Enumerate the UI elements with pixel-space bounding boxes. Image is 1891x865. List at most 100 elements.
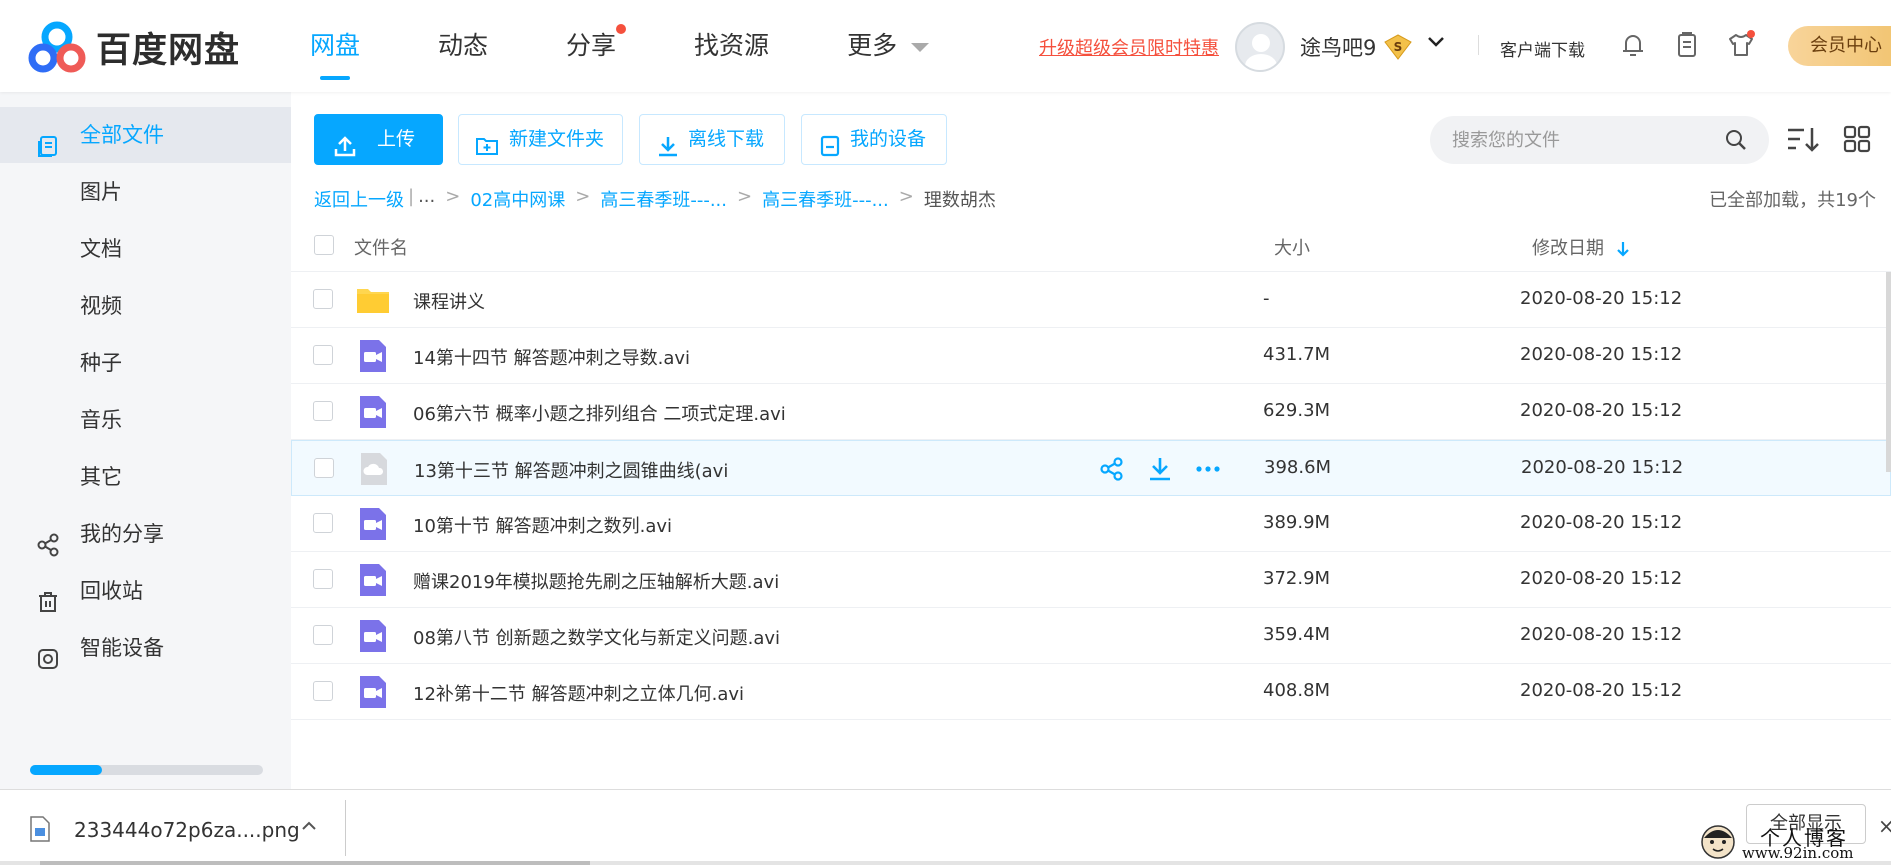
sidebar-item-recycle-bin[interactable]: 回收站 — [0, 563, 291, 619]
table-row[interactable]: 12补第十二节 解答题冲刺之立体几何.avi 408.8M 2020-08-20 1… — [291, 664, 1891, 720]
bell-icon[interactable] — [1618, 30, 1648, 60]
file-size: 389.9M — [1263, 512, 1331, 533]
file-name[interactable]: 课程讲义 — [413, 288, 485, 314]
video-file-icon — [355, 618, 391, 654]
select-all-checkbox[interactable] — [314, 235, 334, 255]
file-name[interactable]: 13第十三节 解答题冲刺之圆锥曲线(avi — [414, 457, 728, 483]
horizontal-scrollbar[interactable] — [0, 861, 1891, 865]
chevron-up-icon[interactable] — [300, 816, 318, 840]
file-name[interactable]: 08第八节 创新题之数学文化与新定义问题.avi — [413, 624, 780, 650]
download-divider — [345, 800, 346, 856]
file-size: 408.8M — [1263, 680, 1331, 701]
file-size: 359.4M — [1263, 624, 1331, 645]
file-name[interactable]: 06第六节 概率小题之排列组合 二项式定理.avi — [413, 400, 786, 426]
load-status: 已全部加载，共19个 — [1709, 190, 1876, 211]
nav-netdisk[interactable]: 网盘 — [310, 0, 360, 92]
row-checkbox[interactable] — [313, 569, 333, 589]
file-modified-date: 2020-08-20 15:12 — [1520, 624, 1683, 645]
new-folder-button[interactable]: 新建文件夹 — [458, 114, 623, 165]
nav-find-resources[interactable]: 找资源 — [694, 0, 769, 92]
sidebar-item-my-shares[interactable]: 我的分享 — [0, 506, 291, 562]
file-modified-date: 2020-08-20 15:12 — [1520, 512, 1683, 533]
my-devices-button[interactable]: 我的设备 — [801, 114, 947, 165]
sidebar-item-images[interactable]: 图片 — [0, 164, 291, 220]
member-center-button[interactable]: 会员中心 — [1788, 26, 1891, 66]
scrollbar[interactable] — [1886, 272, 1891, 472]
breadcrumb-item[interactable]: 高三春季班---... — [600, 186, 727, 212]
offline-download-button[interactable]: 离线下载 — [639, 114, 785, 165]
breadcrumb-ellipsis[interactable]: ... — [418, 186, 435, 212]
row-checkbox[interactable] — [314, 458, 334, 478]
table-row[interactable]: 14第十四节 解答题冲刺之导数.avi 431.7M 2020-08-20 15:1… — [291, 328, 1891, 384]
sidebar-item-label: 我的分享 — [80, 522, 164, 546]
download-icon[interactable] — [1146, 455, 1174, 483]
sidebar-item-other[interactable]: 其它 — [0, 449, 291, 505]
nav-more[interactable]: 更多 — [847, 0, 930, 92]
logo[interactable]: 百度网盘 — [28, 20, 240, 74]
file-name[interactable]: 12补第十二节 解答题冲刺之立体几何.avi — [413, 680, 744, 706]
table-row[interactable]: 13第十三节 解答题冲刺之圆锥曲线(avi 398.6M 2020-08-20 15… — [291, 440, 1891, 496]
search-icon[interactable] — [1724, 128, 1748, 152]
header-filename[interactable]: 文件名 — [354, 234, 408, 260]
row-checkbox[interactable] — [313, 345, 333, 365]
nav-more-label: 更多 — [847, 31, 898, 60]
sidebar-item-all-files[interactable]: 全部文件 — [0, 107, 291, 163]
avatar[interactable] — [1235, 22, 1285, 72]
table-row[interactable]: 课程讲义 - 2020-08-20 15:12 — [291, 272, 1891, 328]
horizontal-scrollbar-thumb[interactable] — [40, 861, 590, 865]
download-shelf: 233444o72p6za....png 全部显示 × — [0, 789, 1891, 865]
breadcrumb-pipe: | — [408, 186, 415, 207]
row-checkbox[interactable] — [313, 513, 333, 533]
sidebar-item-torrents[interactable]: 种子 — [0, 335, 291, 391]
sidebar-item-label: 全部文件 — [80, 123, 164, 147]
sidebar-item-videos[interactable]: 视频 — [0, 278, 291, 334]
video-file-icon — [355, 394, 391, 430]
search-input[interactable] — [1452, 128, 1712, 152]
downloaded-file-name[interactable]: 233444o72p6za....png — [74, 818, 300, 842]
file-modified-date: 2020-08-20 15:12 — [1520, 344, 1683, 365]
clipboard-icon[interactable] — [1672, 30, 1702, 60]
file-name[interactable]: 赠课2019年模拟题抢先刷之压轴解析大题.avi — [413, 568, 779, 594]
table-row[interactable]: 10第十节 解答题冲刺之数列.avi 389.9M 2020-08-20 15:12 — [291, 496, 1891, 552]
row-checkbox[interactable] — [313, 625, 333, 645]
share-icon[interactable] — [1098, 455, 1126, 483]
image-file-icon — [30, 816, 50, 842]
username[interactable]: 途鸟吧9 — [1300, 32, 1376, 62]
header-size[interactable]: 大小 — [1274, 234, 1310, 260]
my-devices-label: 我的设备 — [850, 128, 927, 150]
table-row[interactable]: 赠课2019年模拟题抢先刷之压轴解析大题.avi 372.9M 2020-08-20… — [291, 552, 1891, 608]
row-checkbox[interactable] — [313, 681, 333, 701]
sort-icon[interactable] — [1786, 124, 1820, 154]
sidebar-item-documents[interactable]: 文档 — [0, 221, 291, 277]
file-modified-date: 2020-08-20 15:12 — [1520, 288, 1683, 309]
row-checkbox[interactable] — [313, 289, 333, 309]
vip-badge-icon: S — [1384, 34, 1412, 60]
table-row[interactable]: 06第六节 概率小题之排列组合 二项式定理.avi 629.3M 2020-08-2… — [291, 384, 1891, 440]
breadcrumb-separator: > — [575, 186, 591, 207]
upload-button[interactable]: 上传 — [314, 114, 443, 165]
nav-share[interactable]: 分享 — [566, 0, 627, 92]
client-download-link[interactable]: 客户端下载 — [1500, 36, 1585, 61]
share-icon — [36, 522, 60, 557]
file-name[interactable]: 10第十节 解答题冲刺之数列.avi — [413, 512, 672, 538]
folder-icon — [355, 282, 391, 318]
video-file-icon — [355, 338, 391, 374]
table-row[interactable]: 08第八节 创新题之数学文化与新定义问题.avi 359.4M 2020-08-20… — [291, 608, 1891, 664]
sidebar-item-music[interactable]: 音乐 — [0, 392, 291, 448]
nav-activity[interactable]: 动态 — [438, 0, 488, 92]
vip-promo-link[interactable]: 升级超级会员限时特惠 — [1039, 34, 1219, 60]
breadcrumb-back[interactable]: 返回上一级 — [314, 186, 404, 212]
breadcrumb-item[interactable]: 02高中网课 — [470, 186, 565, 212]
grid-view-icon[interactable] — [1842, 124, 1876, 154]
account-chevron-down-icon[interactable] — [1426, 32, 1446, 57]
device-icon — [818, 128, 842, 157]
tshirt-skin-icon[interactable] — [1726, 30, 1756, 60]
file-name[interactable]: 14第十四节 解答题冲刺之导数.avi — [413, 344, 690, 370]
sidebar-item-smart-devices[interactable]: 智能设备 — [0, 620, 291, 676]
folder-plus-icon — [475, 128, 499, 155]
row-checkbox[interactable] — [313, 401, 333, 421]
header-modified-date[interactable]: 修改日期 — [1532, 234, 1630, 260]
top-bar: 百度网盘 网盘 动态 分享 找资源 更多 升级超级会员限时特惠 途鸟吧9 S 客… — [0, 0, 1891, 92]
more-options-icon[interactable] — [1194, 455, 1222, 483]
breadcrumb-item[interactable]: 高三春季班---... — [762, 186, 889, 212]
